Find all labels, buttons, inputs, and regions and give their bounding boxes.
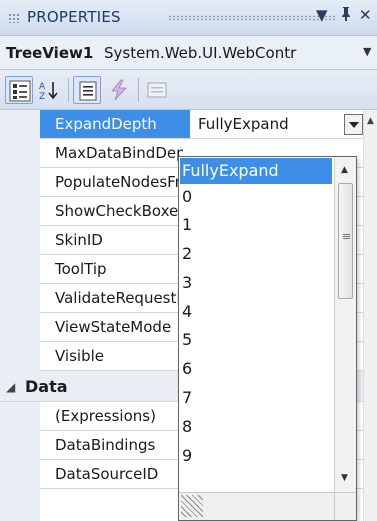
value-dropdown-list[interactable]: FullyExpand 0 1 2 3 4 5 6 7 8 9 ▲ ▼ bbox=[178, 156, 357, 521]
events-icon bbox=[111, 79, 127, 101]
scroll-down-icon[interactable]: ▼ bbox=[341, 473, 348, 483]
resize-grip-icon[interactable] bbox=[181, 495, 203, 517]
footer-divider bbox=[334, 493, 335, 520]
close-icon[interactable]: ✕ bbox=[359, 6, 372, 24]
scroll-thumb[interactable] bbox=[338, 183, 353, 299]
dropdown-option[interactable]: 6 bbox=[180, 356, 332, 382]
property-name: DataSourceID bbox=[55, 465, 159, 483]
property-name: ExpandDepth bbox=[40, 110, 190, 138]
properties-toolbar: A Z bbox=[0, 70, 377, 110]
dropdown-scrollbar[interactable]: ▲ ▼ bbox=[334, 157, 356, 492]
dropdown-option[interactable]: 5 bbox=[180, 327, 332, 353]
object-selector[interactable]: TreeView1 System.Web.UI.WebContr ▼ bbox=[0, 36, 377, 70]
property-name: Visible bbox=[55, 347, 104, 365]
dropdown-option[interactable]: 4 bbox=[180, 299, 332, 325]
panel-title: PROPERTIES bbox=[27, 8, 121, 26]
drag-grip-icon[interactable] bbox=[8, 13, 20, 23]
chevron-down-icon[interactable]: ▼ bbox=[363, 45, 371, 58]
property-name: MaxDataBindDepth bbox=[55, 144, 183, 162]
property-name: ValidateRequestMode bbox=[55, 289, 183, 307]
property-pages-button[interactable] bbox=[143, 76, 171, 104]
grid-scrollbar[interactable]: ▲ bbox=[363, 110, 377, 521]
svg-text:Z: Z bbox=[39, 92, 45, 101]
properties-icon bbox=[79, 81, 97, 101]
title-bar-texture bbox=[168, 15, 336, 21]
categorized-button[interactable] bbox=[5, 76, 33, 104]
dropdown-option[interactable]: 7 bbox=[180, 385, 332, 411]
property-row-expanddepth[interactable]: ExpandDepth FullyExpand bbox=[40, 110, 363, 139]
toolbar-separator bbox=[68, 78, 69, 102]
pin-icon[interactable] bbox=[340, 6, 352, 26]
svg-text:A: A bbox=[39, 82, 46, 92]
property-name: ToolTip bbox=[55, 260, 107, 278]
property-value[interactable]: FullyExpand bbox=[198, 115, 289, 133]
scroll-up-icon[interactable]: ▲ bbox=[367, 116, 374, 126]
property-name: (Expressions) bbox=[55, 407, 156, 425]
properties-title-bar: PROPERTIES ▼ ✕ bbox=[0, 0, 377, 36]
alphabetical-icon: A Z bbox=[39, 82, 58, 101]
category-label: Data bbox=[25, 377, 68, 396]
events-button[interactable] bbox=[105, 76, 133, 104]
dropdown-option[interactable]: 2 bbox=[180, 241, 332, 267]
property-name: SkinID bbox=[55, 231, 103, 249]
grid-gutter bbox=[0, 110, 40, 521]
object-name: TreeView1 bbox=[6, 44, 94, 62]
scroll-up-icon[interactable]: ▲ bbox=[341, 165, 348, 175]
dropdown-option[interactable]: FullyExpand bbox=[180, 158, 332, 184]
property-name: ShowCheckBoxes bbox=[55, 202, 183, 220]
property-name: ViewStateMode bbox=[55, 318, 172, 336]
dropdown-option[interactable]: 0 bbox=[180, 184, 332, 210]
property-pages-icon bbox=[147, 82, 167, 98]
property-name: PopulateNodesFromClient bbox=[55, 173, 183, 191]
value-dropdown-button[interactable] bbox=[344, 114, 363, 135]
dropdown-option[interactable]: 8 bbox=[180, 414, 332, 440]
toolbar-separator bbox=[138, 78, 139, 102]
property-name: DataBindings bbox=[55, 436, 156, 454]
dropdown-option[interactable]: 9 bbox=[180, 443, 332, 469]
object-type: System.Web.UI.WebContr bbox=[104, 44, 297, 62]
dropdown-footer bbox=[179, 492, 356, 520]
alphabetical-button[interactable]: A Z bbox=[35, 76, 63, 104]
dropdown-option[interactable]: 1 bbox=[180, 212, 332, 238]
categorized-icon bbox=[9, 80, 31, 102]
dropdown-option[interactable]: 3 bbox=[180, 270, 332, 296]
collapse-triangle-icon[interactable]: ◢ bbox=[6, 380, 15, 394]
properties-button[interactable] bbox=[73, 76, 101, 104]
window-position-button[interactable]: ▼ bbox=[316, 6, 328, 24]
